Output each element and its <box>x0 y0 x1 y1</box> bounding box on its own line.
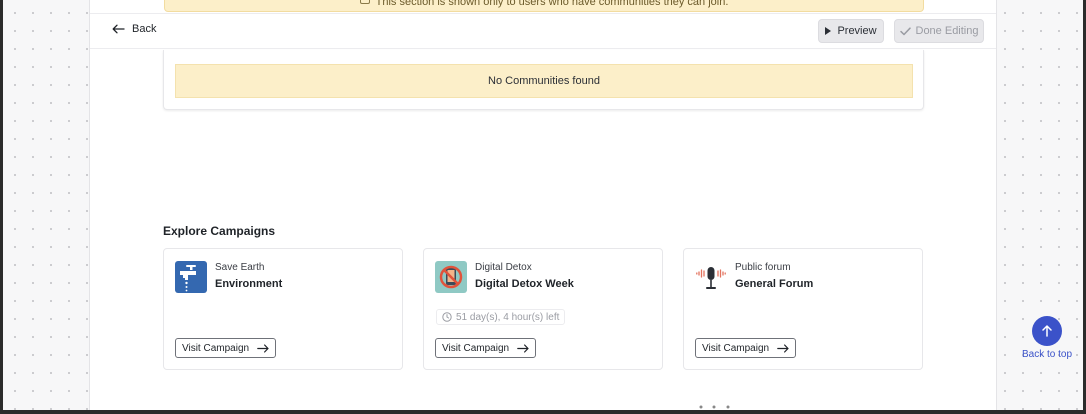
window-frame-bottom <box>0 410 1086 414</box>
arrow-right-icon <box>777 343 789 353</box>
arrow-left-icon <box>112 24 125 34</box>
arrow-up-icon <box>1042 325 1052 337</box>
done-editing-button-label: Done Editing <box>915 25 979 37</box>
campaign-card-general-forum: Public forum General Forum Visit Campaig… <box>683 248 923 370</box>
cursor-glyph <box>699 405 730 409</box>
campaign-card-environment: Save Earth Environment Visit Campaign <box>163 248 403 370</box>
visit-campaign-button[interactable]: Visit Campaign <box>175 338 277 358</box>
editor-panel: This section is shown only to users who … <box>89 0 997 410</box>
microphone-icon <box>695 261 727 293</box>
communities-card: No Communities found <box>163 50 924 110</box>
check-icon <box>899 26 911 35</box>
campaign-category: Public forum <box>735 262 791 273</box>
window-frame-left <box>0 0 3 414</box>
no-phone-icon <box>435 261 467 293</box>
visibility-notice-text: This section is shown only to users who … <box>375 0 729 8</box>
back-to-top-label: Back to top <box>1021 349 1073 360</box>
campaign-time-left: 51 day(s), 4 hour(s) left <box>436 309 566 325</box>
no-communities-message: No Communities found <box>175 64 913 98</box>
visit-campaign-label: Visit Campaign <box>442 342 510 354</box>
arrow-right-icon <box>517 343 529 353</box>
visit-campaign-label: Visit Campaign <box>702 342 770 354</box>
back-to-top-button[interactable]: Back to top <box>1021 316 1073 360</box>
water-tap-icon <box>175 261 207 293</box>
campaign-category: Save Earth <box>215 262 265 273</box>
visit-campaign-button[interactable]: Visit Campaign <box>695 338 797 358</box>
back-button[interactable]: Back <box>112 23 156 35</box>
campaign-category: Digital Detox <box>475 262 532 273</box>
campaign-card-digital-detox: Digital Detox Digital Detox Week 51 day(… <box>423 248 663 370</box>
campaign-name: Environment <box>215 278 283 290</box>
editor-toolbar: Back Preview Done Editing <box>90 13 996 49</box>
clock-icon <box>442 312 452 322</box>
visit-campaign-button[interactable]: Visit Campaign <box>435 338 537 358</box>
arrow-right-icon <box>257 343 269 353</box>
campaign-name: Digital Detox Week <box>475 278 574 290</box>
back-to-top-circle[interactable] <box>1032 316 1062 346</box>
explore-campaigns-title: Explore Campaigns <box>163 224 276 238</box>
preview-button-label: Preview <box>837 25 877 37</box>
done-editing-button[interactable]: Done Editing <box>894 19 984 43</box>
campaign-name: General Forum <box>735 278 814 290</box>
play-icon <box>825 27 832 35</box>
lock-icon <box>359 0 370 4</box>
visibility-notice: This section is shown only to users who … <box>164 0 924 12</box>
back-button-label: Back <box>132 23 157 35</box>
campaign-time-left-text: 51 day(s), 4 hour(s) left <box>456 311 560 323</box>
visit-campaign-label: Visit Campaign <box>182 342 250 354</box>
preview-button[interactable]: Preview <box>818 19 884 43</box>
